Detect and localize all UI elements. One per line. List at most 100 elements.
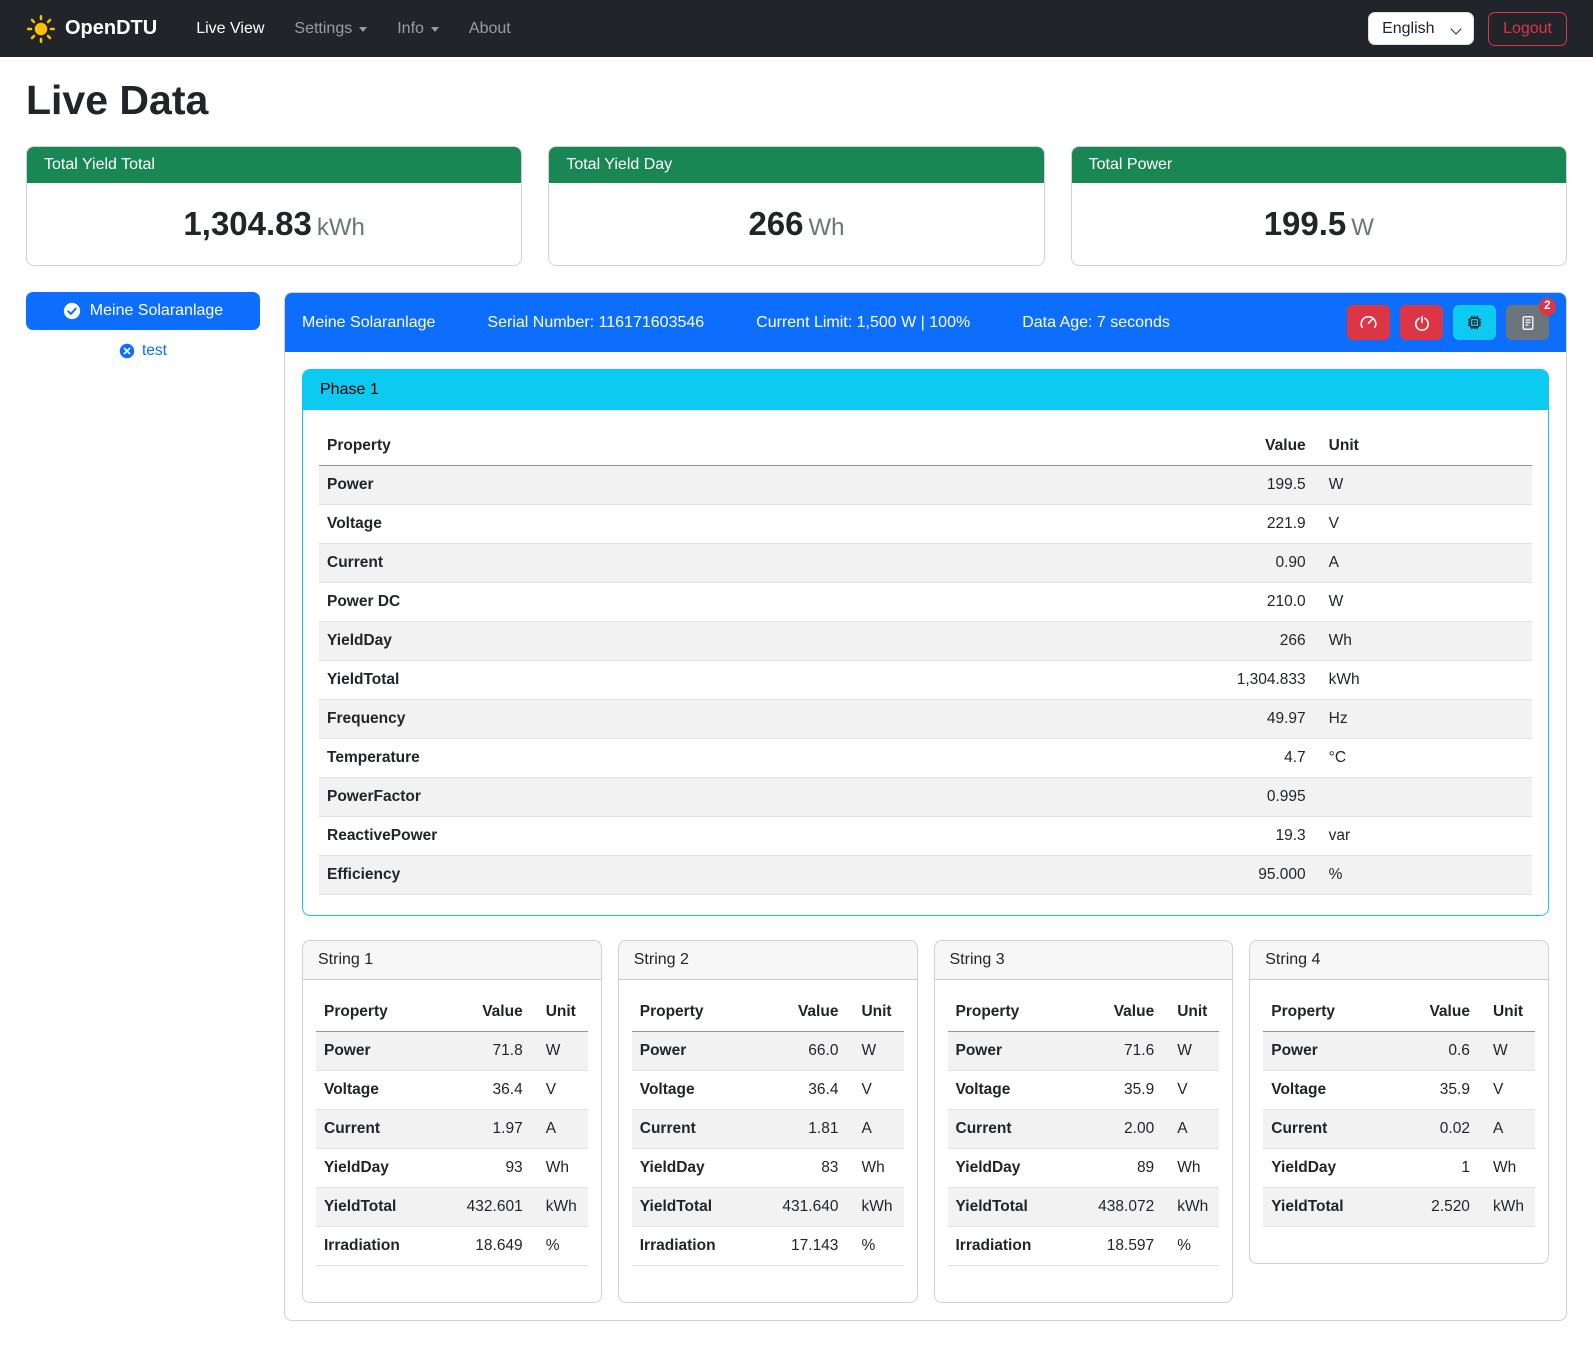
strings-row: String 1 PropertyValueUnit Power71.8WVol… bbox=[302, 940, 1549, 1303]
string-1-table: PropertyValueUnit Power71.8WVoltage36.4V… bbox=[316, 993, 588, 1266]
nav-item-live-view[interactable]: Live View bbox=[183, 12, 277, 46]
value-cell: 0.02 bbox=[1405, 1110, 1478, 1149]
table-body: Power66.0WVoltage36.4VCurrent1.81AYieldD… bbox=[632, 1032, 904, 1266]
header-row: PropertyValueUnit bbox=[1263, 993, 1535, 1032]
unit-cell: V bbox=[1478, 1071, 1535, 1110]
unit-cell bbox=[1314, 778, 1532, 817]
table-row: Current0.90A bbox=[319, 544, 1532, 583]
nav-item-settings[interactable]: Settings bbox=[281, 12, 380, 46]
property-cell: Frequency bbox=[319, 700, 1132, 739]
unit-cell: W bbox=[1162, 1032, 1219, 1071]
value-cell: 49.97 bbox=[1132, 700, 1314, 739]
property-cell: YieldDay bbox=[319, 622, 1132, 661]
unit-cell: % bbox=[1162, 1227, 1219, 1266]
property-cell: YieldTotal bbox=[319, 661, 1132, 700]
table-row: YieldDay266Wh bbox=[319, 622, 1532, 661]
property-cell: Current bbox=[316, 1110, 457, 1149]
value-cell: 35.9 bbox=[1089, 1071, 1162, 1110]
table-row: Efficiency95.000% bbox=[319, 856, 1532, 895]
power-settings-button[interactable] bbox=[1400, 305, 1443, 340]
nav-item-label: Live View bbox=[196, 20, 264, 38]
value-cell: 71.8 bbox=[457, 1032, 530, 1071]
device-info-button[interactable] bbox=[1453, 305, 1496, 340]
table-body: Power71.8WVoltage36.4VCurrent1.97AYieldD… bbox=[316, 1032, 588, 1266]
unit-cell: Wh bbox=[1162, 1149, 1219, 1188]
unit-cell: W bbox=[531, 1032, 588, 1071]
property-cell: YieldDay bbox=[316, 1149, 457, 1188]
property-cell: Current bbox=[319, 544, 1132, 583]
cpu-icon bbox=[1466, 314, 1483, 331]
limit-settings-button[interactable] bbox=[1347, 305, 1390, 340]
brand-link[interactable]: OpenDTU bbox=[26, 14, 157, 44]
unit-cell: Wh bbox=[1314, 622, 1532, 661]
sidebar-item-meine-solaranlage[interactable]: Meine Solaranlage bbox=[26, 292, 260, 330]
property-cell: Voltage bbox=[1263, 1071, 1404, 1110]
brand-text: OpenDTU bbox=[65, 17, 157, 40]
nav-item-about[interactable]: About bbox=[456, 12, 524, 46]
value-cell: 431.640 bbox=[773, 1188, 846, 1227]
value-cell: 1 bbox=[1405, 1149, 1478, 1188]
x-circle-icon bbox=[119, 343, 135, 359]
card-unit: Wh bbox=[809, 214, 845, 241]
nav-item-label: About bbox=[469, 20, 511, 38]
table-row: Power0.6W bbox=[1263, 1032, 1535, 1071]
unit-cell: W bbox=[846, 1032, 903, 1071]
phase-table-head: PropertyValueUnit bbox=[319, 427, 1532, 466]
unit-cell: % bbox=[846, 1227, 903, 1266]
total-yield-total-card: Total Yield Total 1,304.83kWh bbox=[26, 146, 522, 266]
table-row: Power199.5W bbox=[319, 466, 1532, 505]
table-row: Voltage35.9V bbox=[948, 1071, 1220, 1110]
inverter-actions: 2 bbox=[1347, 305, 1549, 340]
table-body: Power71.6WVoltage35.9VCurrent2.00AYieldD… bbox=[948, 1032, 1220, 1266]
chevron-down-icon bbox=[359, 27, 367, 32]
logout-button[interactable]: Logout bbox=[1488, 12, 1567, 46]
power-icon bbox=[1414, 315, 1430, 331]
value-cell: 36.4 bbox=[457, 1071, 530, 1110]
value-cell: 66.0 bbox=[773, 1032, 846, 1071]
property-cell: Power DC bbox=[319, 583, 1132, 622]
table-row: Current1.81A bbox=[632, 1110, 904, 1149]
column-header: Unit bbox=[846, 993, 903, 1032]
unit-cell: A bbox=[846, 1110, 903, 1149]
sidebar-item-label: Meine Solaranlage bbox=[90, 302, 223, 320]
card-value: 266 bbox=[748, 205, 803, 242]
column-header: Unit bbox=[1314, 427, 1532, 466]
value-cell: 2.00 bbox=[1089, 1110, 1162, 1149]
column-header: Property bbox=[319, 427, 1132, 466]
inverter-panel-header: Meine Solaranlage Serial Number: 1161716… bbox=[285, 293, 1566, 352]
inverter-serial: Serial Number: 116171603546 bbox=[487, 314, 704, 332]
property-cell: YieldTotal bbox=[632, 1188, 773, 1227]
table-row: YieldDay1Wh bbox=[1263, 1149, 1535, 1188]
column-header: Unit bbox=[1478, 993, 1535, 1032]
event-log-button[interactable]: 2 bbox=[1506, 305, 1549, 340]
table-row: YieldDay89Wh bbox=[948, 1149, 1220, 1188]
property-cell: Temperature bbox=[319, 739, 1132, 778]
sidebar-item-test[interactable]: test bbox=[113, 341, 173, 361]
inverter-limit: Current Limit: 1,500 W | 100% bbox=[756, 314, 970, 332]
nav-item-info[interactable]: Info bbox=[384, 12, 452, 46]
table-row: Current2.00A bbox=[948, 1110, 1220, 1149]
table-head: PropertyValueUnit bbox=[316, 993, 588, 1032]
header-row: PropertyValueUnit bbox=[948, 993, 1220, 1032]
phase-table-body: Power199.5WVoltage221.9VCurrent0.90APowe… bbox=[319, 466, 1532, 895]
column-header: Value bbox=[773, 993, 846, 1032]
unit-cell: kWh bbox=[1314, 661, 1532, 700]
unit-cell: % bbox=[1314, 856, 1532, 895]
property-cell: YieldTotal bbox=[316, 1188, 457, 1227]
unit-cell: A bbox=[1162, 1110, 1219, 1149]
column-header: Property bbox=[632, 993, 773, 1032]
inverter-data-age: Data Age: 7 seconds bbox=[1022, 314, 1170, 332]
value-cell: 83 bbox=[773, 1149, 846, 1188]
value-cell: 438.072 bbox=[1089, 1188, 1162, 1227]
phase-title: Phase 1 bbox=[303, 370, 1548, 410]
string-1-card: String 1 PropertyValueUnit Power71.8WVol… bbox=[302, 940, 602, 1303]
sidebar-item-label: test bbox=[142, 342, 167, 360]
card-value: 1,304.83 bbox=[183, 205, 311, 242]
column-header: Value bbox=[1089, 993, 1162, 1032]
value-cell: 0.90 bbox=[1132, 544, 1314, 583]
value-cell: 0.6 bbox=[1405, 1032, 1478, 1071]
gauge-icon bbox=[1360, 314, 1377, 331]
table-row: Power71.8W bbox=[316, 1032, 588, 1071]
language-select[interactable]: English bbox=[1368, 12, 1474, 45]
property-cell: YieldTotal bbox=[1263, 1188, 1404, 1227]
